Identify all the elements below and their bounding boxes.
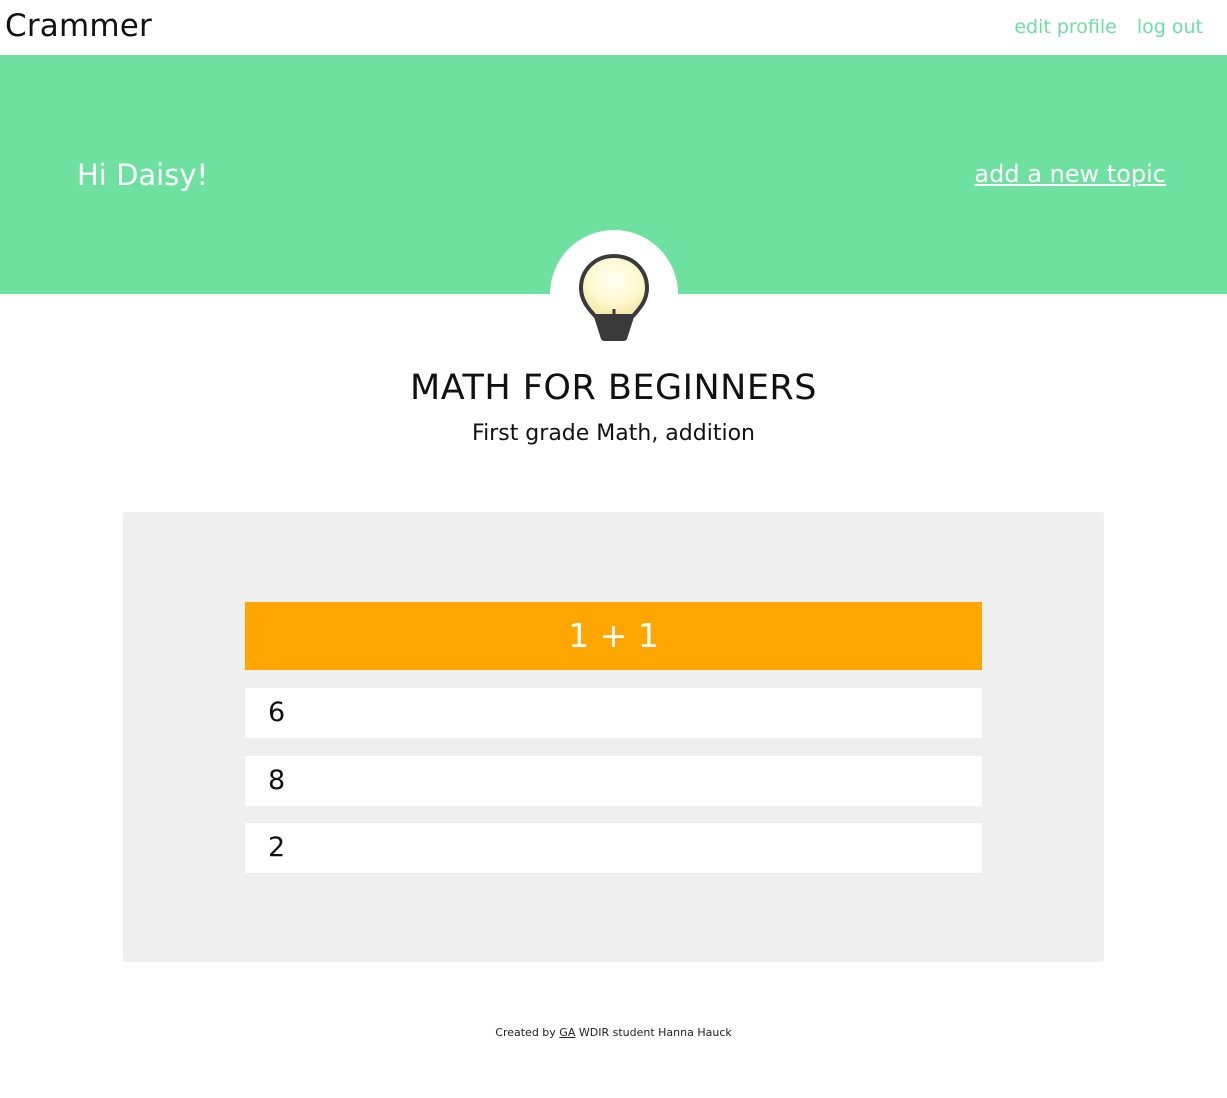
add-topic-link[interactable]: add a new topic [974, 160, 1166, 188]
top-navbar: Crammer edit profile log out [0, 0, 1227, 55]
lightbulb-icon [578, 253, 650, 341]
greeting-text: Hi Daisy! [77, 158, 209, 192]
footer-suffix: WDIR student Hanna Hauck [578, 1026, 732, 1039]
log-out-link[interactable]: log out [1137, 16, 1203, 38]
flashcard-panel: 1 + 1 6 8 2 [123, 512, 1104, 962]
topic-title: MATH FOR BEGINNERS [410, 368, 817, 408]
footer: Created by GA WDIR student Hanna Hauck [0, 1026, 1227, 1039]
brand-logo[interactable]: Crammer [5, 8, 152, 44]
nav-links: edit profile log out [1014, 16, 1203, 38]
answer-option[interactable]: 8 [245, 756, 982, 806]
edit-profile-link[interactable]: edit profile [1014, 16, 1117, 38]
footer-ga-link[interactable]: GA [559, 1026, 575, 1039]
topic-subtitle: First grade Math, addition [472, 421, 755, 446]
topic-icon-badge [550, 230, 678, 358]
footer-prefix: Created by [495, 1026, 556, 1039]
answer-option[interactable]: 2 [245, 823, 982, 873]
answer-option[interactable]: 6 [245, 688, 982, 738]
question-card: 1 + 1 [245, 602, 982, 670]
